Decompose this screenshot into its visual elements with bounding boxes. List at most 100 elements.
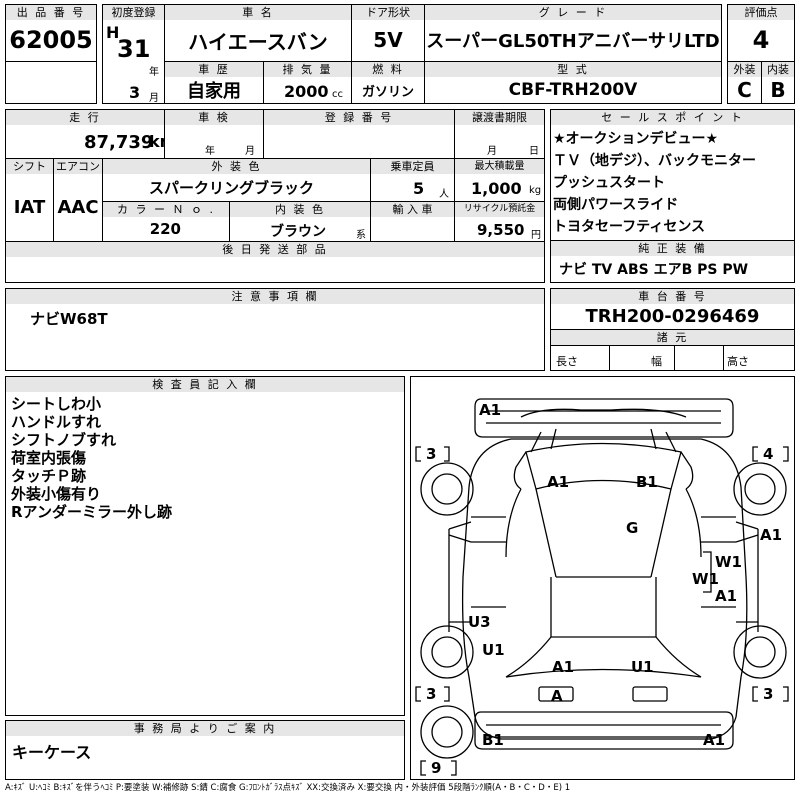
year-unit: 年 [149, 67, 159, 78]
shift: IAT [13, 196, 46, 218]
mileage-cell: 走 行 87,739 km [5, 109, 165, 159]
legend: A:ｷｽﾞ U:ﾍｺﾐ B:ｷｽﾞを伴うﾍｺﾐ P:要塗装 W:補修跡 S:錆 … [5, 783, 571, 793]
model-code: CBF-TRH200V [508, 80, 638, 100]
score-cell: 評価点 4 [727, 4, 795, 62]
color-number-label: カ ラ ー Ｎ ｏ . [103, 202, 229, 217]
damage-diagram-cell: 3 4 3 3 9 A1 A1 B1 G A1 W1 W1 A1 U3 U1 A… [410, 376, 795, 780]
first-registration-cell: 初度登録 H 31 年 3 月 [102, 4, 165, 104]
damage-mark: U3 [468, 613, 491, 631]
lot-number: 62005 [9, 26, 93, 54]
transfer-month-unit: 月 [487, 146, 497, 157]
specs-label: 諸 元 [551, 330, 794, 345]
length-label: 長さ [556, 355, 578, 368]
model-label: 型 式 [425, 62, 721, 77]
history-cell: 車 歴 自家用 [164, 61, 264, 104]
damage-mark: U1 [482, 641, 505, 659]
notes-text: ナビW68T [30, 310, 108, 328]
damage-mark: A1 [479, 401, 501, 419]
month-unit: 月 [149, 93, 159, 104]
damage-mark: W1 [692, 570, 719, 588]
displacement: 2000 [284, 82, 329, 101]
transfer-deadline-label: 譲渡書期限 [455, 110, 544, 125]
car-name-cell: 車 名 ハイエースバン [164, 4, 352, 62]
later-parts-cell: 後 日 発 送 部 品 [5, 241, 545, 283]
office-label: 事 務 局 よ り ご 案 内 [6, 721, 404, 736]
first-registration-month: 3 [129, 83, 141, 102]
aircon-cell: エアコン AAC [53, 158, 103, 242]
specs-divider [723, 346, 724, 370]
registration-number-cell: 登 録 番 号 [263, 109, 455, 159]
standard-equipment-cell: 純 正 装 備 ナビ TV ABS エアB PS PW [550, 240, 795, 283]
mileage-unit: km [149, 132, 164, 151]
specs-cell: 諸 元 長さ 幅 高さ [550, 329, 795, 371]
notes-cell: 注 意 事 項 欄 ナビW68T [5, 288, 545, 371]
grade: スーパーGL50THアニバーサリLTD [426, 31, 720, 52]
interior-color: ブラウン [270, 224, 326, 240]
shift-cell: シフト IAT [5, 158, 54, 242]
fuel: ガソリン [361, 84, 414, 100]
standard-equipment-label: 純 正 装 備 [551, 241, 794, 256]
lot-number-cell: 出 品 番 号 62005 [5, 4, 97, 62]
max-load-label: 最大積載量 [455, 159, 544, 174]
height-label: 高さ [727, 355, 749, 368]
damage-mark: A1 [760, 526, 782, 544]
grade-label: グ レ ー ド [425, 5, 721, 20]
capacity-label: 乗車定員 [371, 159, 454, 174]
max-load: 1,000 [471, 179, 522, 198]
recycle-fee-label: リサイクル預託金 [455, 202, 544, 217]
overall-score: 4 [752, 26, 770, 54]
recycle-fee-unit: 円 [531, 230, 541, 241]
inspector-notes: シートしわ小 ハンドルすれ シフトノブすれ 荷室内張傷 タッチＰ跡 外装小傷有り… [11, 395, 172, 521]
tire-front-right: 4 [763, 445, 773, 463]
tire-spare: 9 [431, 759, 441, 777]
car-name-label: 車 名 [165, 5, 351, 20]
sales-points-label: セ ー ル ス ポ イ ン ト [551, 110, 794, 125]
sales-points: ★オークションデビュー★ ＴＶ（地デジ）、バックモニター プッシュスタート 両側… [553, 131, 756, 235]
exterior-color-cell: 外 装 色 スパークリングブラック [102, 158, 371, 202]
notes-label: 注 意 事 項 欄 [6, 289, 544, 304]
exterior-score: C [737, 78, 752, 102]
first-registration-year: 31 [117, 35, 151, 63]
damage-mark: W1 [715, 553, 742, 571]
damage-mark: A1 [547, 473, 569, 491]
sales-points-cell: セ ー ル ス ポ イ ン ト ★オークションデビュー★ ＴＶ（地デジ）、バック… [550, 109, 795, 241]
door-type-cell: ドア形状 5V [351, 4, 425, 62]
specs-divider [609, 346, 610, 370]
registration-number-label: 登 録 番 号 [264, 110, 454, 125]
chassis-number-cell: 車 台 番 号 TRH200-0296469 [550, 288, 795, 330]
recycle-fee: 9,550 [477, 221, 525, 239]
tire-front-left: 3 [426, 445, 436, 463]
color-number: 220 [149, 220, 181, 238]
inspection-year-unit: 年 [205, 146, 215, 157]
import-label: 輸 入 車 [371, 202, 454, 217]
damage-mark: A [551, 687, 563, 705]
score-label: 評価点 [728, 5, 794, 20]
damage-mark: B1 [482, 731, 504, 749]
door-type-label: ドア形状 [352, 5, 424, 20]
exterior-score-label: 外装 [728, 62, 761, 77]
interior-color-label: 内 装 色 [230, 202, 370, 217]
exterior-color-label: 外 装 色 [103, 159, 370, 174]
tire-rear-right: 3 [763, 685, 773, 703]
interior-score-label: 内装 [762, 62, 794, 77]
color-number-cell: カ ラ ー Ｎ ｏ . 220 [102, 201, 230, 242]
chassis-number: TRH200-0296469 [585, 306, 760, 327]
car-name: ハイエースバン [188, 29, 328, 54]
office-text: キーケース [12, 743, 92, 762]
inspection-month-unit: 月 [245, 146, 255, 157]
tire-ratings: 3 4 3 3 9 [426, 445, 773, 777]
lot-empty-cell [5, 61, 97, 104]
mileage-label: 走 行 [6, 110, 164, 125]
first-registration-label: 初度登録 [103, 5, 164, 20]
damage-marks: A1 A1 B1 G A1 W1 W1 A1 U3 U1 A1 U1 A B1 … [468, 401, 782, 749]
specs-divider [674, 346, 675, 370]
tire-rear-left: 3 [426, 685, 436, 703]
damage-mark: A1 [552, 658, 574, 676]
aircon: AAC [57, 196, 99, 218]
lot-number-label: 出 品 番 号 [6, 5, 96, 20]
aircon-label: エアコン [54, 159, 102, 174]
capacity-cell: 乗車定員 5 人 [370, 158, 455, 202]
exterior-score-cell: 外装 C [727, 61, 762, 104]
transfer-deadline-cell: 譲渡書期限 月 日 [454, 109, 545, 159]
grade-cell: グ レ ー ド スーパーGL50THアニバーサリLTD [424, 4, 722, 62]
